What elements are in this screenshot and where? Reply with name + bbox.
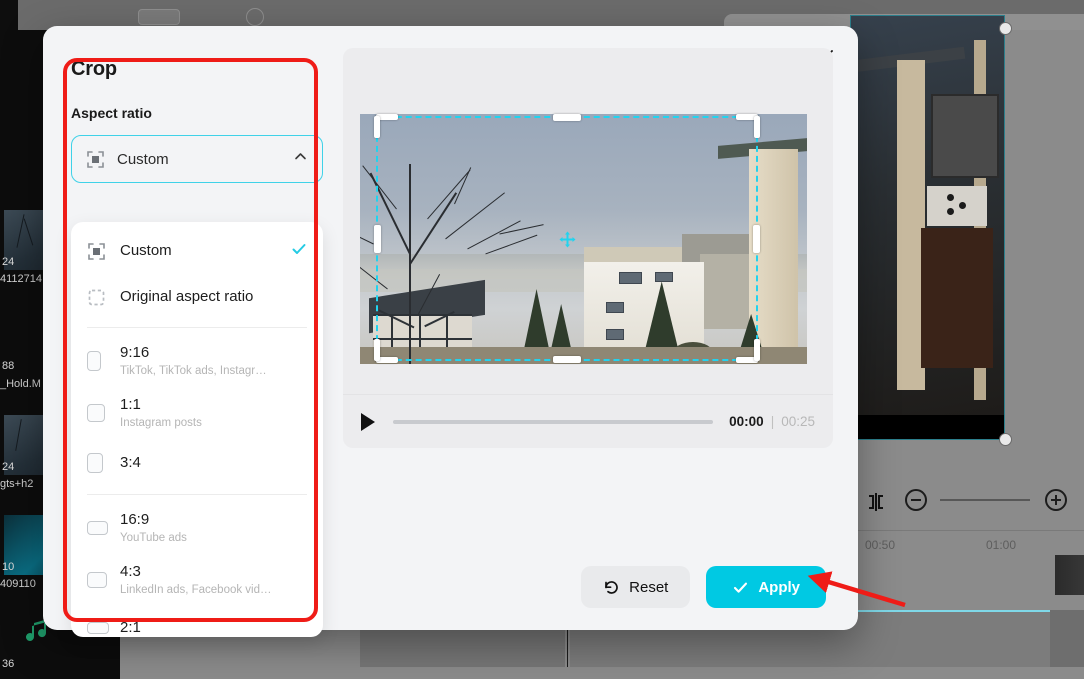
toolbar-notch	[0, 0, 18, 30]
apply-label: Apply	[758, 578, 800, 596]
crop-dialog: Crop Aspect ratio Custom Custom Original…	[43, 26, 858, 637]
divider	[87, 494, 307, 495]
dialog-footer: Reset Apply	[581, 566, 826, 608]
split-icon[interactable]	[865, 490, 889, 514]
stage-video-clip[interactable]	[850, 15, 1005, 440]
aspect-ratio-option-custom[interactable]: Custom	[71, 228, 323, 274]
seek-slider[interactable]	[393, 419, 714, 424]
total-time: 00:25	[781, 414, 815, 429]
crop-preview-pane: 00:00 | 00:25	[321, 26, 858, 630]
reset-button[interactable]: Reset	[581, 566, 691, 608]
option-sublabel: LinkedIn ads, Facebook vid…	[120, 583, 272, 596]
aspect-ratio-option-9-16[interactable]: 9:16 TikTok, TikTok ads, Instagr…	[71, 335, 323, 387]
check-icon	[734, 582, 748, 593]
divider	[87, 327, 307, 328]
check-icon	[291, 241, 307, 262]
aspect-ratio-selected-value: Custom	[117, 150, 169, 168]
media-duration: 88	[2, 360, 15, 372]
media-filename: _Hold.M	[0, 378, 41, 390]
option-label: 4:3	[120, 562, 141, 580]
crop-frame-icon	[86, 150, 105, 169]
timeline-filmstrip[interactable]	[1055, 555, 1084, 595]
zoom-out-icon[interactable]	[905, 489, 927, 511]
aspect-ratio-option-1-1[interactable]: 1:1 Instagram posts	[71, 387, 323, 439]
media-filename: gts+h2	[0, 478, 34, 490]
aspect-ratio-option-16-9[interactable]: 16:9 YouTube ads	[71, 502, 323, 554]
aspect-ratio-option-3-4[interactable]: 3:4	[71, 439, 323, 487]
aspect-ratio-option-list[interactable]: Custom Original aspect ratio 9:16 TikTok…	[71, 222, 323, 637]
aspect-ratio-option-2-1[interactable]: 2:1	[71, 606, 323, 637]
stage-handle-bottom-right[interactable]	[999, 433, 1012, 446]
ratio-checkbox-icon	[87, 351, 101, 371]
aspect-ratio-option-original[interactable]: Original aspect ratio	[71, 274, 323, 320]
media-filename: 4112714	[0, 273, 43, 285]
timeline-tick: 00:50	[865, 538, 896, 552]
stage-handle-top-right[interactable]	[999, 22, 1012, 35]
crop-frame-icon	[87, 242, 106, 261]
ratio-checkbox-icon	[87, 572, 107, 588]
apply-button[interactable]: Apply	[706, 566, 826, 608]
ratio-checkbox-icon	[87, 453, 103, 473]
media-duration: 10	[2, 561, 15, 573]
option-label: 1:1	[120, 395, 141, 413]
zoom-slider[interactable]	[940, 499, 1030, 501]
option-label: Original aspect ratio	[120, 288, 254, 305]
option-label: Custom	[120, 242, 172, 259]
toolbar-tool-2[interactable]	[246, 8, 264, 26]
timeline-track-extra[interactable]	[1050, 610, 1084, 667]
option-label: 2:1	[120, 619, 141, 636]
aspect-ratio-dropdown: Custom Original aspect ratio 9:16 TikTok…	[71, 222, 323, 637]
undo-icon	[605, 580, 618, 594]
current-time: 00:00	[729, 414, 764, 429]
reset-label: Reset	[629, 578, 669, 596]
ratio-checkbox-icon	[87, 622, 109, 634]
chevron-up-icon	[293, 149, 308, 169]
media-duration: 24	[2, 461, 15, 473]
ratio-checkbox-icon	[87, 521, 108, 535]
media-duration: 36	[2, 658, 15, 670]
option-sublabel: YouTube ads	[120, 531, 187, 544]
media-filename: 409110	[0, 578, 36, 590]
timeline-tick: 01:00	[986, 538, 1017, 552]
dashed-square-icon	[87, 288, 106, 307]
aspect-ratio-label: Aspect ratio	[71, 105, 152, 121]
toolbar-tool-1[interactable]	[138, 9, 180, 25]
media-duration: 24	[2, 256, 15, 268]
ratio-checkbox-icon	[87, 404, 105, 422]
aspect-ratio-option-4-3[interactable]: 4:3 LinkedIn ads, Facebook vid…	[71, 554, 323, 606]
video-preview[interactable]	[360, 114, 807, 364]
option-sublabel: Instagram posts	[120, 416, 202, 429]
option-sublabel: TikTok, TikTok ads, Instagr…	[120, 364, 267, 377]
zoom-in-icon[interactable]	[1045, 489, 1067, 511]
option-label: 9:16	[120, 343, 150, 361]
preview-card: 00:00 | 00:25	[343, 48, 833, 448]
option-label: 3:4	[120, 454, 141, 471]
time-separator: |	[770, 414, 775, 429]
page-title: Crop	[71, 58, 117, 80]
aspect-ratio-select[interactable]: Custom	[71, 135, 323, 183]
option-label: 16:9	[120, 510, 150, 528]
player-controls: 00:00 | 00:25	[343, 394, 833, 448]
play-icon[interactable]	[361, 412, 375, 431]
